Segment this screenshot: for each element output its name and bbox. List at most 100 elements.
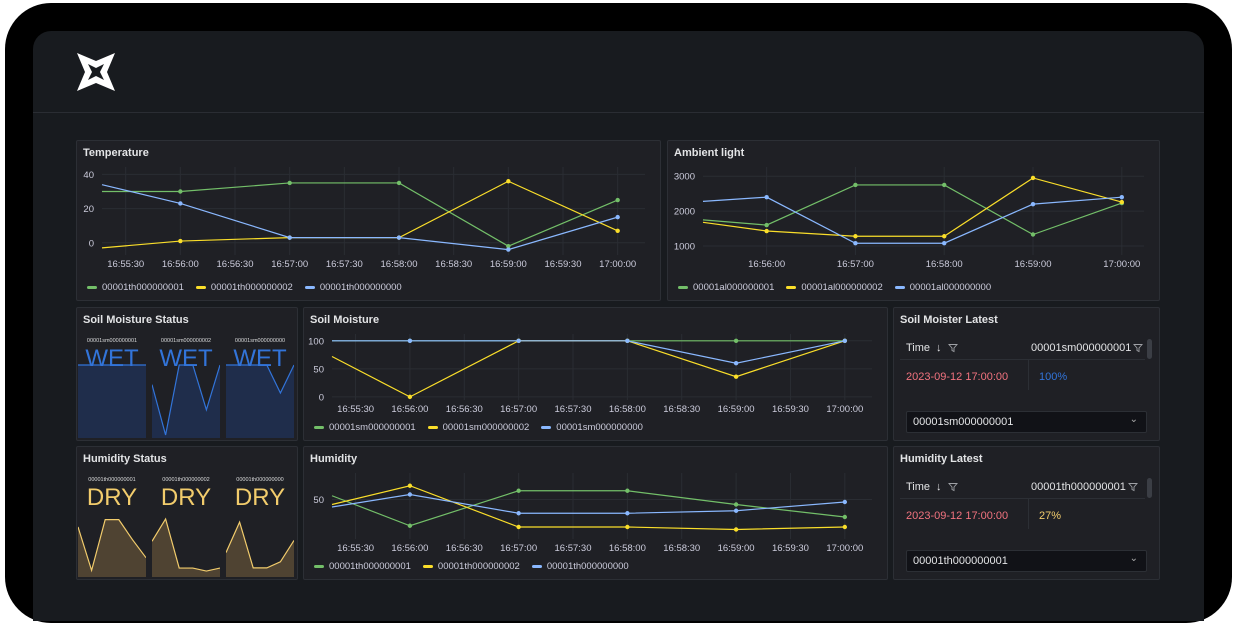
legend-item[interactable]: 00001sm000000001	[314, 422, 416, 433]
legend-item[interactable]: 00001th000000001	[314, 561, 411, 572]
data-point[interactable]	[625, 524, 630, 530]
data-point[interactable]	[625, 511, 630, 516]
data-point[interactable]	[396, 235, 402, 240]
data-point[interactable]	[842, 514, 848, 520]
data-point[interactable]	[615, 214, 620, 220]
column-divider	[1028, 360, 1029, 390]
legend-item[interactable]: 00001th000000000	[304, 282, 402, 293]
chevron-down-icon: ⌄	[1129, 414, 1138, 425]
data-point[interactable]	[178, 201, 183, 206]
legend-item[interactable]: 00001th000000000	[531, 561, 629, 572]
data-point[interactable]	[516, 511, 521, 516]
legend-swatch	[894, 286, 905, 289]
panel-title: Humidity Status	[83, 453, 167, 465]
x-tick-label: 16:57:30	[555, 404, 592, 415]
table-header: Time ↓ 00001sm000000001	[900, 336, 1145, 360]
legend-item[interactable]: 00001th000000001	[87, 282, 184, 293]
stat-item[interactable]: 00001sm000000002 WET	[152, 335, 220, 438]
column-header-value[interactable]: 00001th000000001	[1031, 481, 1138, 493]
column-header-time[interactable]: Time ↓	[906, 481, 958, 493]
data-point[interactable]	[625, 488, 630, 493]
data-point[interactable]	[942, 241, 947, 246]
panel-soil-moister-latest: Soil Moister Latest Time ↓ 00001sm000000…	[893, 307, 1160, 441]
data-point[interactable]	[842, 499, 848, 505]
x-tick-label: 16:59:00	[490, 259, 527, 270]
data-point[interactable]	[733, 527, 739, 532]
data-point[interactable]	[733, 508, 739, 513]
data-point[interactable]	[764, 222, 769, 228]
data-point[interactable]	[1030, 201, 1036, 207]
sensor-select[interactable]: 00001sm000000001 ⌄	[906, 411, 1147, 433]
data-point[interactable]	[516, 524, 521, 530]
legend-item[interactable]: 00001th000000002	[422, 561, 520, 572]
filter-icon[interactable]	[947, 343, 958, 353]
data-point[interactable]	[407, 483, 413, 488]
stat-item[interactable]: 00001th000000002 DRY	[152, 474, 220, 577]
table-scrollbar[interactable]	[1147, 339, 1152, 359]
data-point[interactable]	[853, 182, 858, 188]
data-point[interactable]	[853, 241, 858, 246]
data-point[interactable]	[506, 247, 511, 252]
filter-icon[interactable]	[1133, 343, 1144, 353]
stat-item[interactable]: 00001th000000001 DRY	[78, 474, 146, 577]
data-point[interactable]	[733, 361, 739, 366]
legend-item[interactable]: 00001al000000000	[894, 282, 991, 293]
legend-item[interactable]: 00001sm000000002	[427, 422, 529, 433]
data-point[interactable]	[842, 524, 848, 530]
y-tick-label: 40	[83, 170, 94, 181]
data-point[interactable]	[942, 234, 947, 239]
data-point[interactable]	[733, 502, 739, 507]
data-point[interactable]	[853, 234, 858, 239]
table-scrollbar[interactable]	[1147, 478, 1152, 498]
data-point[interactable]	[516, 338, 521, 344]
sort-descending-icon[interactable]: ↓	[936, 481, 942, 493]
data-point[interactable]	[287, 235, 292, 240]
data-point[interactable]	[615, 197, 620, 203]
brand-star-logo-icon[interactable]	[73, 49, 119, 95]
data-point[interactable]	[178, 189, 183, 194]
data-point[interactable]	[1030, 232, 1036, 237]
panel-title: Soil Moisture Status	[83, 314, 189, 326]
legend-item[interactable]: 00001al000000001	[678, 282, 774, 293]
data-point[interactable]	[764, 228, 769, 234]
data-point[interactable]	[178, 238, 183, 244]
data-point[interactable]	[615, 228, 620, 233]
stat-item[interactable]: 00001th000000000 DRY	[226, 474, 294, 577]
stat-item[interactable]: 00001sm000000001 WET	[78, 335, 146, 438]
sensor-select[interactable]: 00001th000000001 ⌄	[906, 550, 1147, 572]
data-point[interactable]	[516, 488, 521, 493]
column-header-time[interactable]: Time ↓	[906, 342, 958, 354]
x-tick-label: 16:56:00	[391, 543, 428, 554]
y-tick-label: 0	[319, 392, 324, 403]
data-point[interactable]	[407, 492, 413, 497]
data-point[interactable]	[407, 338, 413, 344]
legend-label: 00001th000000002	[210, 282, 293, 293]
data-point[interactable]	[287, 180, 292, 186]
data-point[interactable]	[764, 194, 769, 200]
sparkline-area	[226, 365, 294, 438]
legend-item[interactable]: 00001sm000000000	[541, 422, 643, 433]
column-header-value[interactable]: 00001sm000000001	[1031, 342, 1144, 354]
data-point[interactable]	[942, 182, 947, 188]
data-point[interactable]	[506, 179, 511, 184]
data-point[interactable]	[407, 394, 413, 400]
data-point[interactable]	[842, 338, 848, 344]
column-label: Time	[906, 481, 931, 493]
stat-item[interactable]: 00001sm000000000 WET	[226, 335, 294, 438]
data-point[interactable]	[1030, 175, 1036, 181]
data-point[interactable]	[625, 338, 630, 344]
legend-label: 00001al000000001	[693, 282, 775, 293]
data-point[interactable]	[733, 374, 739, 379]
data-point[interactable]	[1119, 199, 1125, 205]
legend-label: 00001sm000000000	[556, 422, 643, 433]
sort-descending-icon[interactable]: ↓	[936, 342, 942, 354]
data-point[interactable]	[407, 523, 413, 528]
legend-item[interactable]: 00001th000000002	[195, 282, 293, 293]
filter-icon[interactable]	[947, 482, 958, 492]
data-point[interactable]	[1119, 194, 1125, 200]
stat-series-name: 00001sm000000002	[160, 338, 212, 344]
filter-icon[interactable]	[1127, 482, 1138, 492]
legend-item[interactable]: 00001al000000002	[786, 282, 883, 293]
data-point[interactable]	[733, 338, 739, 344]
data-point[interactable]	[396, 180, 402, 186]
